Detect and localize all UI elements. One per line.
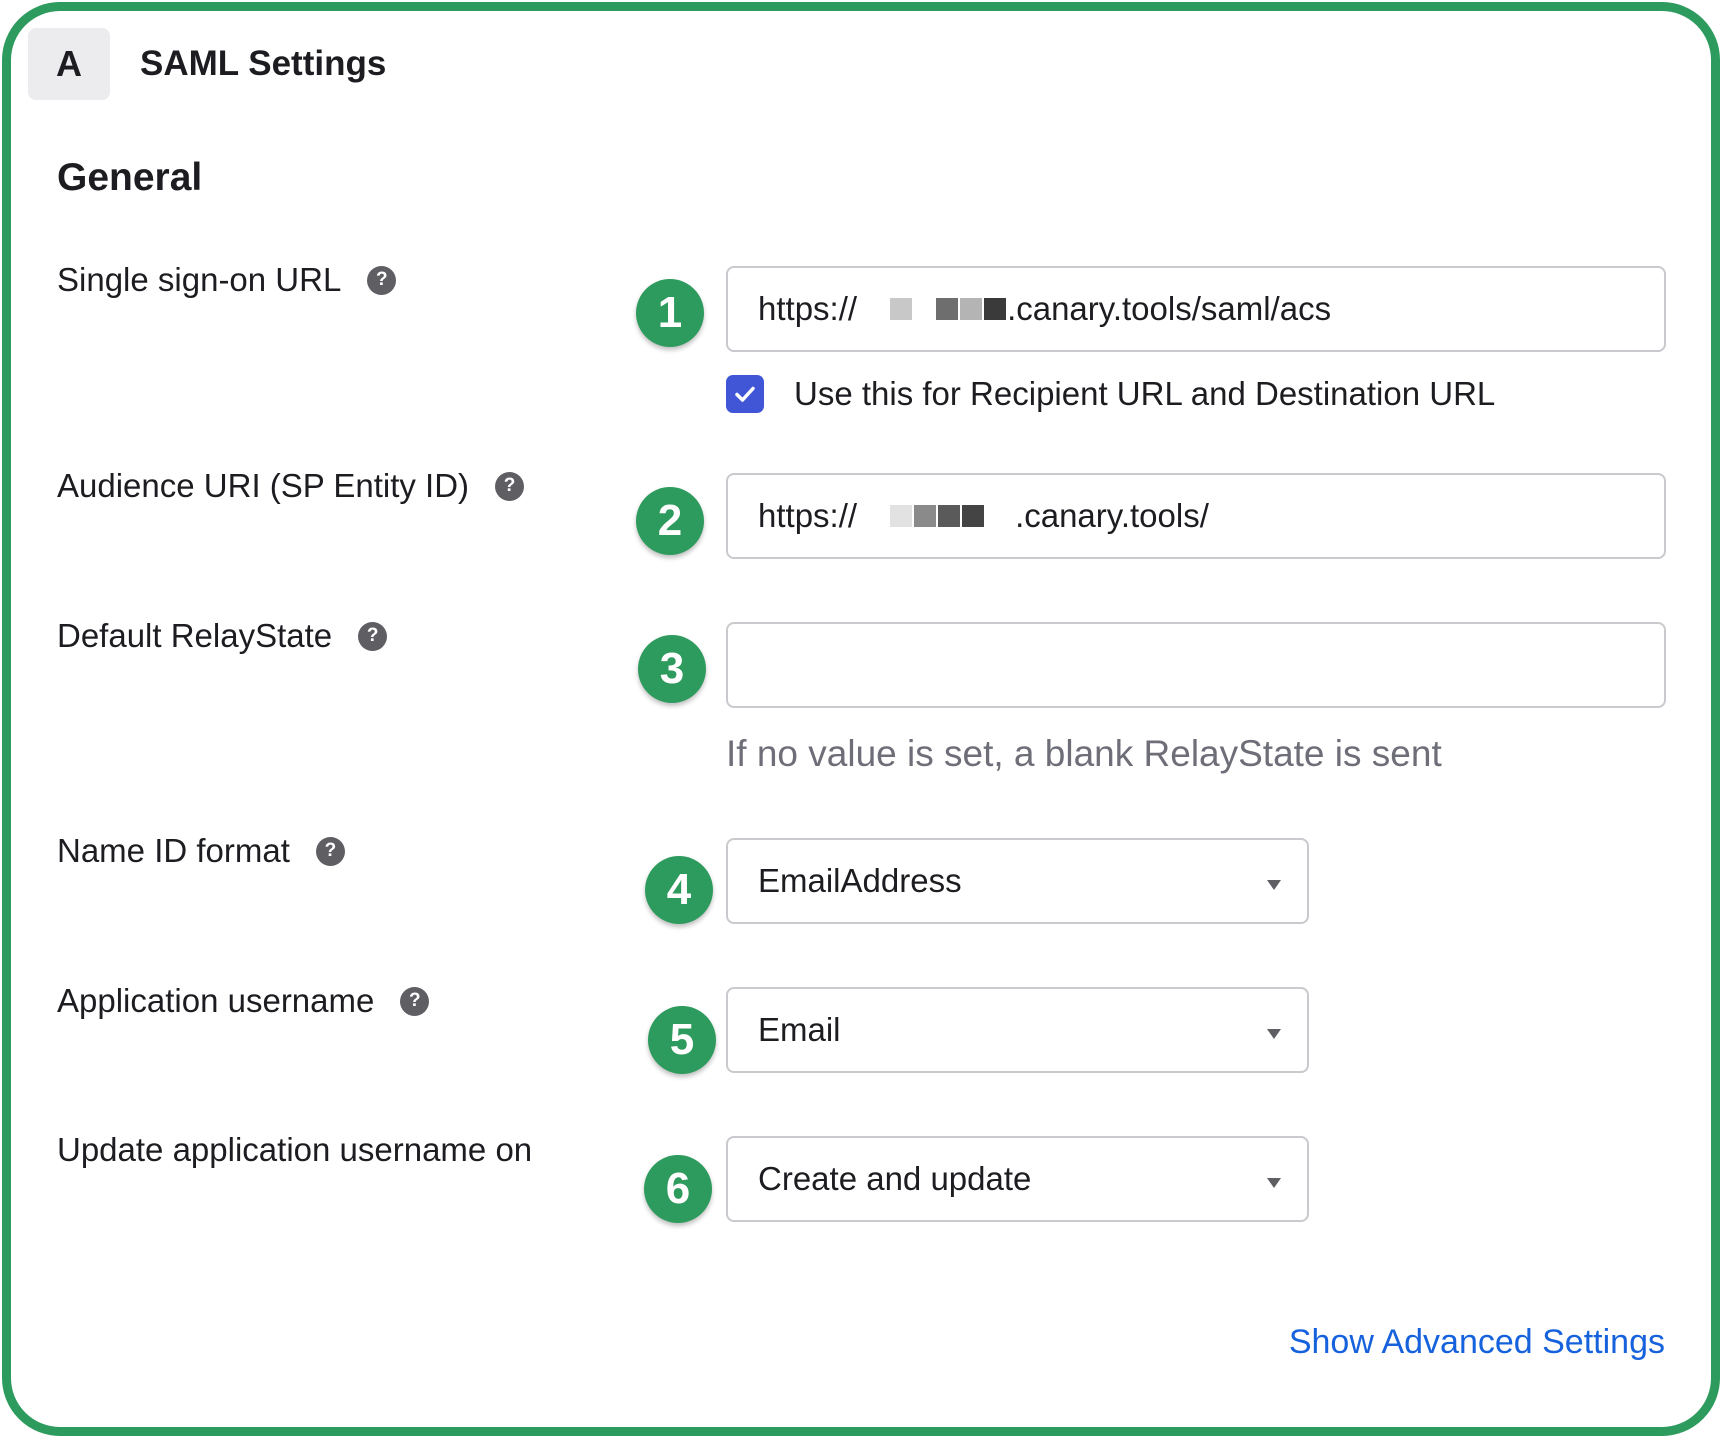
checkmark-icon [735,386,755,402]
audience-uri-label: Audience URI (SP Entity ID) ? [57,467,525,505]
show-advanced-settings-link[interactable]: Show Advanced Settings [1289,1323,1665,1362]
step-number-6: 6 [644,1155,712,1223]
sso-url-label: Single sign-on URL ? [57,261,397,299]
dropdown-caret-icon [1267,1178,1281,1188]
update-username-on-label: Update application username on [57,1131,532,1169]
audience-uri-label-text: Audience URI (SP Entity ID) [57,467,470,504]
step-number-2: 2 [636,487,704,555]
relaystate-label: Default RelayState ? [57,617,388,655]
sso-url-label-text: Single sign-on URL [57,261,342,298]
audience-uri-suffix: .canary.tools/ [1015,497,1209,534]
dropdown-caret-icon [1267,880,1281,890]
step-number-3: 3 [638,635,706,703]
update-username-on-select[interactable]: Create and update [726,1136,1309,1222]
step-badge: A [28,28,110,100]
dropdown-caret-icon [1267,1029,1281,1039]
section-title: General [57,156,203,199]
app-username-select[interactable]: Email [726,987,1309,1073]
audience-uri-prefix: https:// [758,497,858,534]
redacted-block [889,298,1007,320]
relaystate-label-text: Default RelayState [57,617,333,654]
name-id-format-label-text: Name ID format [57,832,290,869]
recipient-checkbox-label: Use this for Recipient URL and Destinati… [794,375,1496,412]
help-icon[interactable]: ? [315,836,345,866]
update-username-on-value: Create and update [758,1160,1032,1197]
update-username-on-label-text: Update application username on [57,1131,533,1168]
step-number-4: 4 [645,856,713,924]
redacted-block [889,505,985,527]
panel-title: SAML Settings [140,44,387,83]
help-icon[interactable]: ? [400,986,430,1016]
name-id-format-select[interactable]: EmailAddress [726,838,1309,924]
recipient-checkbox[interactable] [726,375,764,413]
sso-url-suffix: .canary.tools/saml/acs [1007,290,1332,327]
relaystate-input[interactable] [726,622,1666,708]
name-id-format-value: EmailAddress [758,862,962,899]
sso-url-prefix: https:// [758,290,858,327]
app-username-label: Application username ? [57,982,430,1020]
panel-header: A SAML Settings [28,28,386,100]
saml-settings-panel: A SAML Settings General Single sign-on U… [2,2,1720,1436]
name-id-format-label: Name ID format ? [57,832,345,870]
help-icon[interactable]: ? [367,265,397,295]
app-username-label-text: Application username [57,982,375,1019]
step-number-1: 1 [636,279,704,347]
relaystate-hint: If no value is set, a blank RelayState i… [726,733,1442,774]
audience-uri-input[interactable]: https:// .canary.tools/ [726,473,1666,559]
help-icon[interactable]: ? [358,621,388,651]
recipient-checkbox-row[interactable]: Use this for Recipient URL and Destinati… [726,375,1495,413]
help-icon[interactable]: ? [495,471,525,501]
step-number-5: 5 [648,1006,716,1074]
sso-url-input[interactable]: https:// .canary.tools/saml/acs [726,266,1666,352]
app-username-value: Email [758,1011,841,1048]
